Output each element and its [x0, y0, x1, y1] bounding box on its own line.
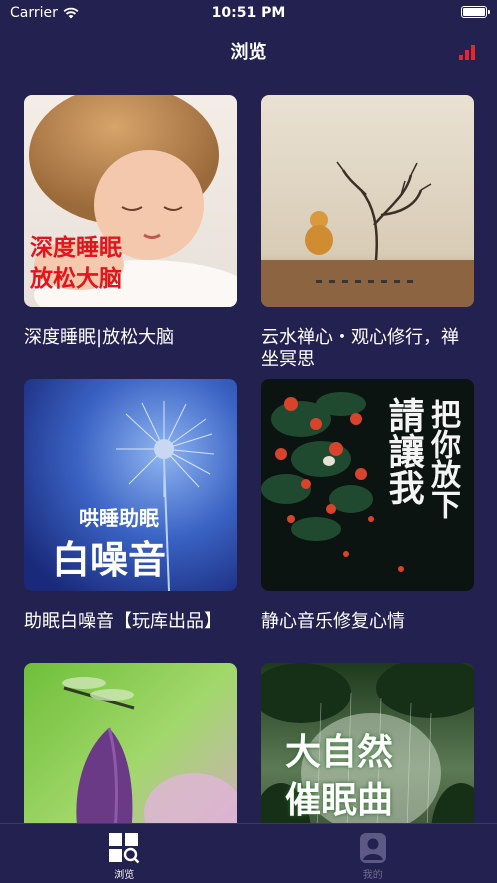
signal-bars-icon[interactable]: [459, 42, 477, 60]
album-title: 深度睡眠|放松大脑: [24, 327, 175, 348]
album-card[interactable]: 云水禅心・观心修行，禅坐冥思: [261, 95, 474, 371]
browse-grid-icon: [109, 833, 140, 864]
cover-text-line: 白噪音: [52, 537, 167, 582]
app-screen: Carrier 10:51 PM 浏览 深度睡眠 放松大脑 深度睡眠|放松大脑 …: [0, 0, 497, 883]
profile-icon: [359, 833, 386, 863]
cover-text-line: 把你放下: [425, 399, 460, 519]
album-card[interactable]: 把你放下 請讓我 静心音乐修复心情: [261, 379, 474, 633]
navigation-bar: 浏览: [0, 26, 497, 76]
album-cover: [24, 663, 237, 823]
album-cover: 深度睡眠 放松大脑: [24, 95, 237, 307]
album-title: 静心音乐修复心情: [261, 611, 405, 632]
status-time: 10:51 PM: [211, 5, 286, 21]
battery-icon: [461, 6, 490, 18]
album-cover: [261, 95, 474, 307]
album-title: 助眠白噪音【玩库出品】: [24, 611, 222, 632]
album-card[interactable]: [24, 663, 237, 823]
album-title: 云水禅心・观心修行，禅坐冥思: [261, 327, 459, 370]
album-cover: 把你放下 請讓我: [261, 379, 474, 591]
cover-text-line: 深度睡眠: [30, 234, 122, 261]
cover-text-line: 請讓我: [382, 397, 425, 505]
tab-bar: 浏览 我的: [0, 823, 497, 883]
page-title: 浏览: [230, 42, 267, 63]
album-cover: 大自然 催眠曲: [261, 663, 474, 823]
album-card[interactable]: 大自然 催眠曲: [261, 663, 474, 823]
tab-browse[interactable]: 浏览: [0, 824, 249, 883]
cover-text-line: 放松大脑: [30, 265, 122, 293]
content-grid: 深度睡眠 放松大脑 深度睡眠|放松大脑 云水禅心・观心修行，禅坐冥思 哄睡助眠 …: [24, 95, 474, 823]
album-card[interactable]: 哄睡助眠 白噪音 助眠白噪音【玩库出品】: [24, 379, 237, 633]
cover-text-line: 催眠曲: [285, 778, 394, 821]
cover-text-line: 哄睡助眠: [79, 506, 159, 530]
status-bar: Carrier 10:51 PM: [0, 0, 497, 26]
tab-label: 浏览: [114, 870, 135, 881]
tab-profile[interactable]: 我的: [249, 824, 497, 883]
album-card[interactable]: 深度睡眠 放松大脑 深度睡眠|放松大脑: [24, 95, 237, 349]
tab-label: 我的: [362, 870, 383, 881]
album-cover: 哄睡助眠 白噪音: [24, 379, 237, 591]
cover-text-line: 大自然: [285, 731, 394, 773]
